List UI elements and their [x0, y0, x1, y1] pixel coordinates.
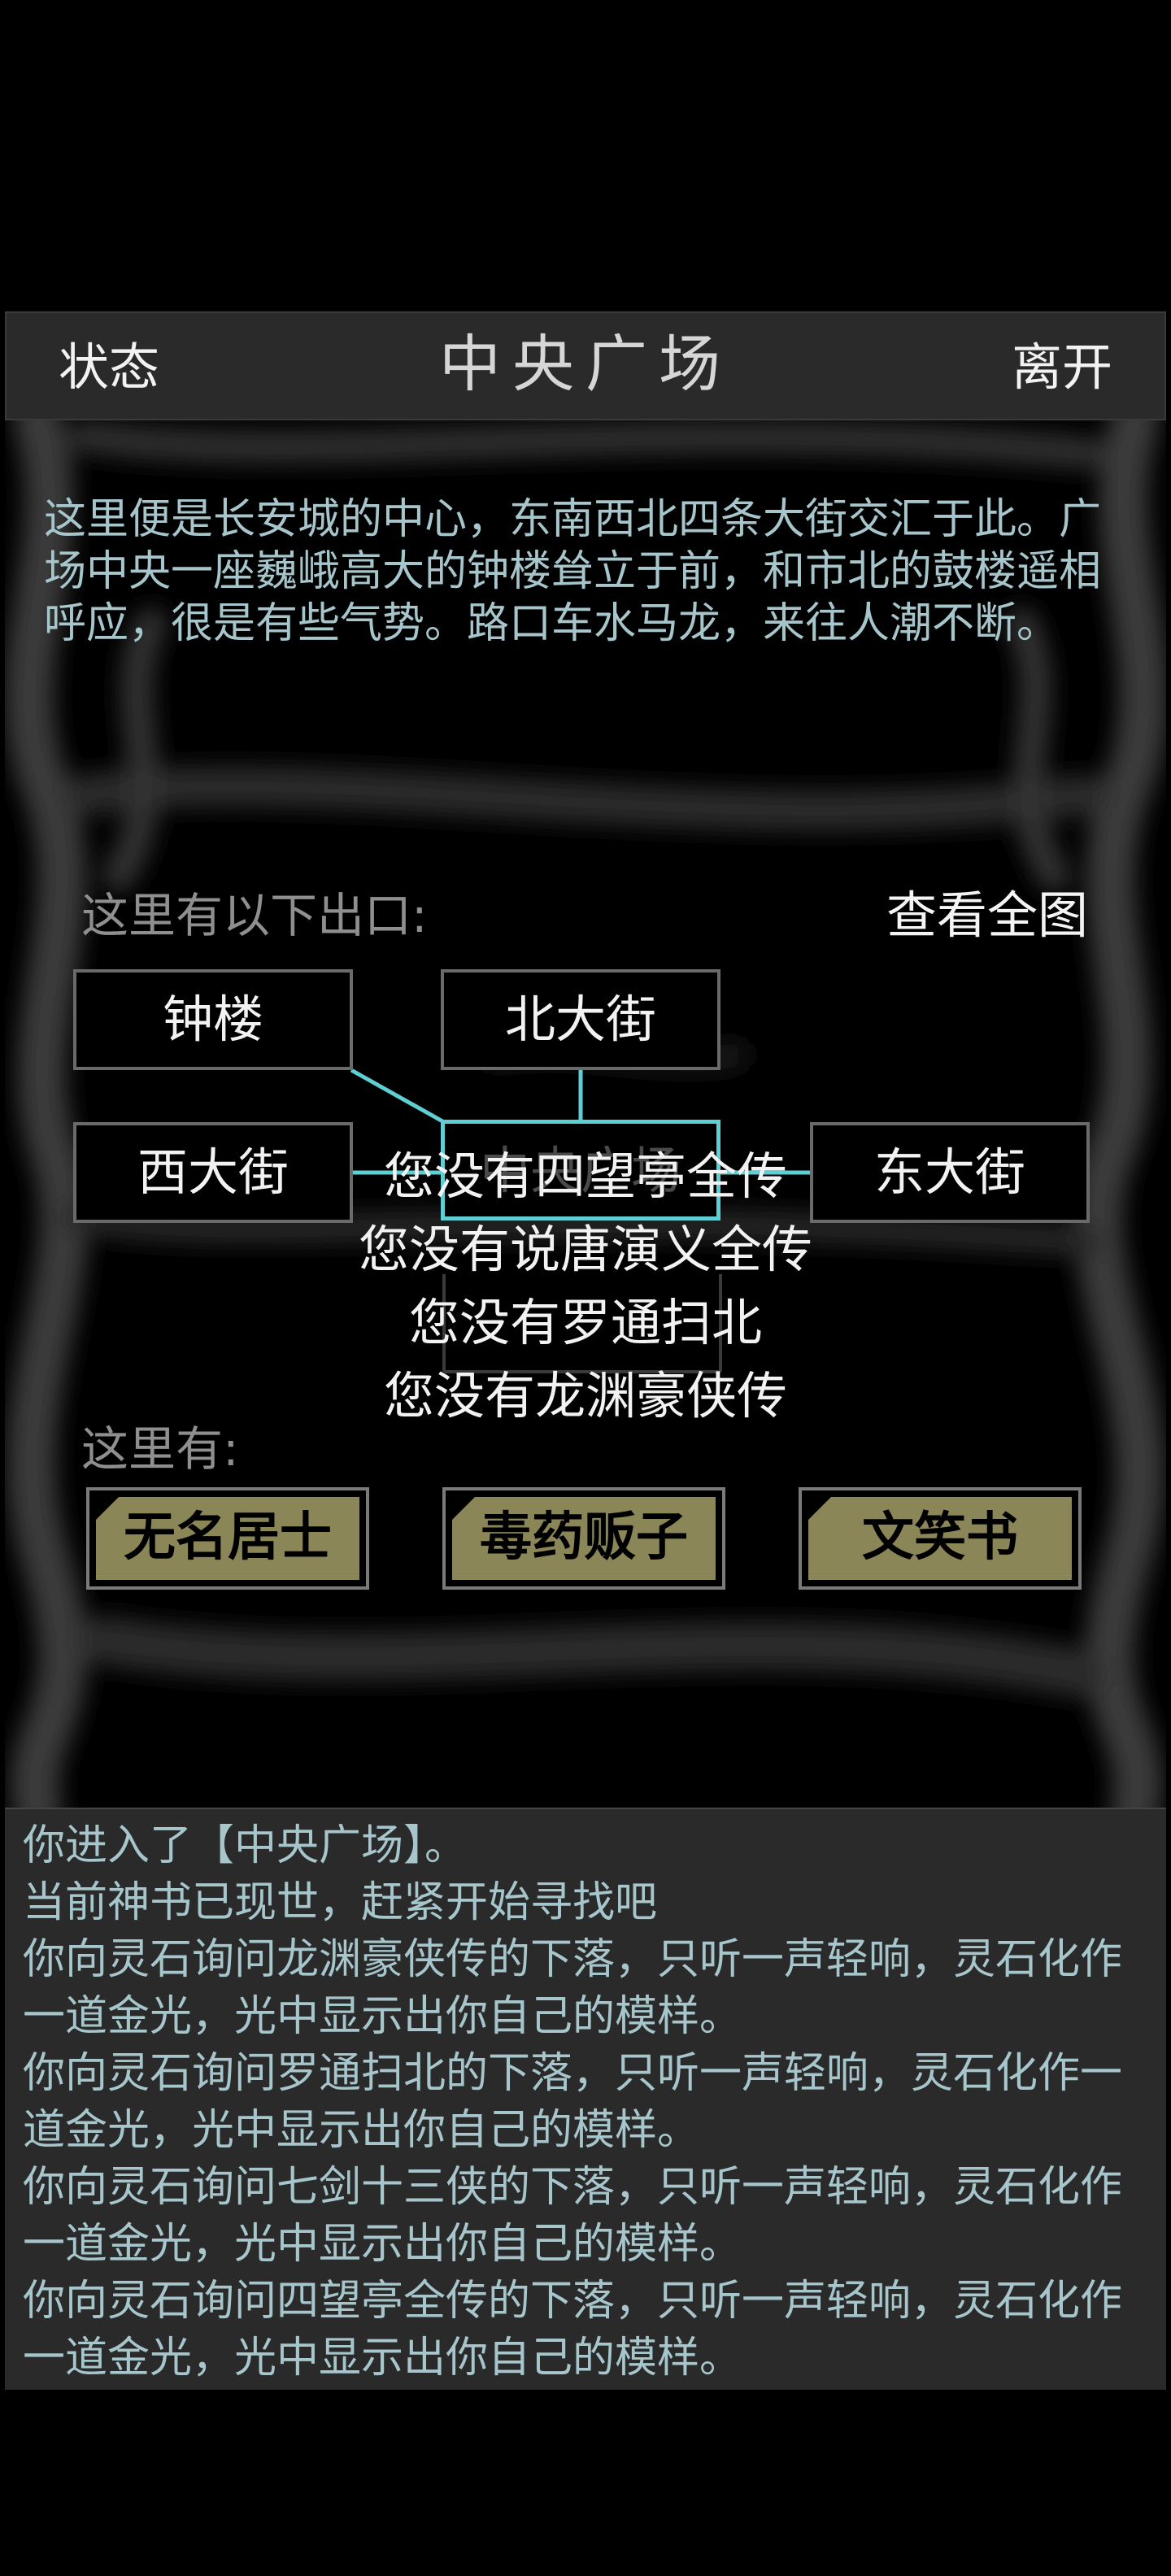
notice-message: 您没有四望亭全传 — [383, 1147, 787, 1206]
notice-message: 您没有罗通扫北 — [408, 1293, 762, 1352]
npc-name: 无名居士 — [124, 1508, 332, 1568]
npc-button-face: 无名居士 — [96, 1497, 359, 1580]
npc-button-face: 毒药贩子 — [452, 1497, 716, 1580]
npc-button[interactable]: 文笑书 — [799, 1487, 1082, 1590]
line-bell-tower — [350, 1068, 446, 1125]
location-title: 中央广场 — [439, 328, 732, 400]
npc-name: 文笑书 — [862, 1508, 1018, 1568]
npc-button-face: 文笑书 — [808, 1497, 1072, 1580]
log-line: 你向灵石询问七剑十三侠的下落，只听一声轻响，灵石化作一道金光，光中显示出你自己的… — [23, 2163, 1123, 2269]
log-line: 当前神书已现世，赶紧开始寻找吧 — [23, 1878, 658, 1927]
log-line: 你进入了【中央广场】。 — [23, 1821, 468, 1870]
npc-section-label: 这里有: — [81, 1421, 239, 1477]
notice-message: 您没有说唐演义全传 — [358, 1220, 812, 1279]
message-log[interactable]: 你进入了【中央广场】。 当前神书已现世，赶紧开始寻找吧 你向灵石询问龙渊豪侠传的… — [5, 1808, 1166, 2390]
npc-name: 毒药贩子 — [480, 1508, 688, 1568]
npc-button[interactable]: 无名居士 — [86, 1487, 369, 1590]
leave-button[interactable]: 离开 — [1012, 337, 1112, 398]
exit-north-street[interactable]: 北大街 — [441, 969, 720, 1070]
scene-panel: 这里便是长安城的中心，东南西北四条大街交汇于此。广场中央一座巍峨高大的钟楼耸立于… — [5, 420, 1166, 1808]
log-line: 你向灵石询问龙渊豪侠传的下落，只听一声轻响，灵石化作一道金光，光中显示出你自己的… — [23, 1935, 1123, 2041]
log-line: 你向灵石询问罗通扫北的下落，只听一声轻响，灵石化作一道金光，光中显示出你自己的模… — [23, 2049, 1123, 2155]
npc-button[interactable]: 毒药贩子 — [442, 1487, 725, 1590]
exit-map-lines — [350, 1068, 810, 1373]
log-line: 你向灵石询问四望亭全传的下落，只听一声轻响，灵石化作一道金光，光中显示出你自己的… — [23, 2277, 1123, 2382]
top-bar: 状态 中央广场 离开 — [5, 311, 1166, 420]
exit-bell-tower[interactable]: 钟楼 — [73, 969, 353, 1070]
